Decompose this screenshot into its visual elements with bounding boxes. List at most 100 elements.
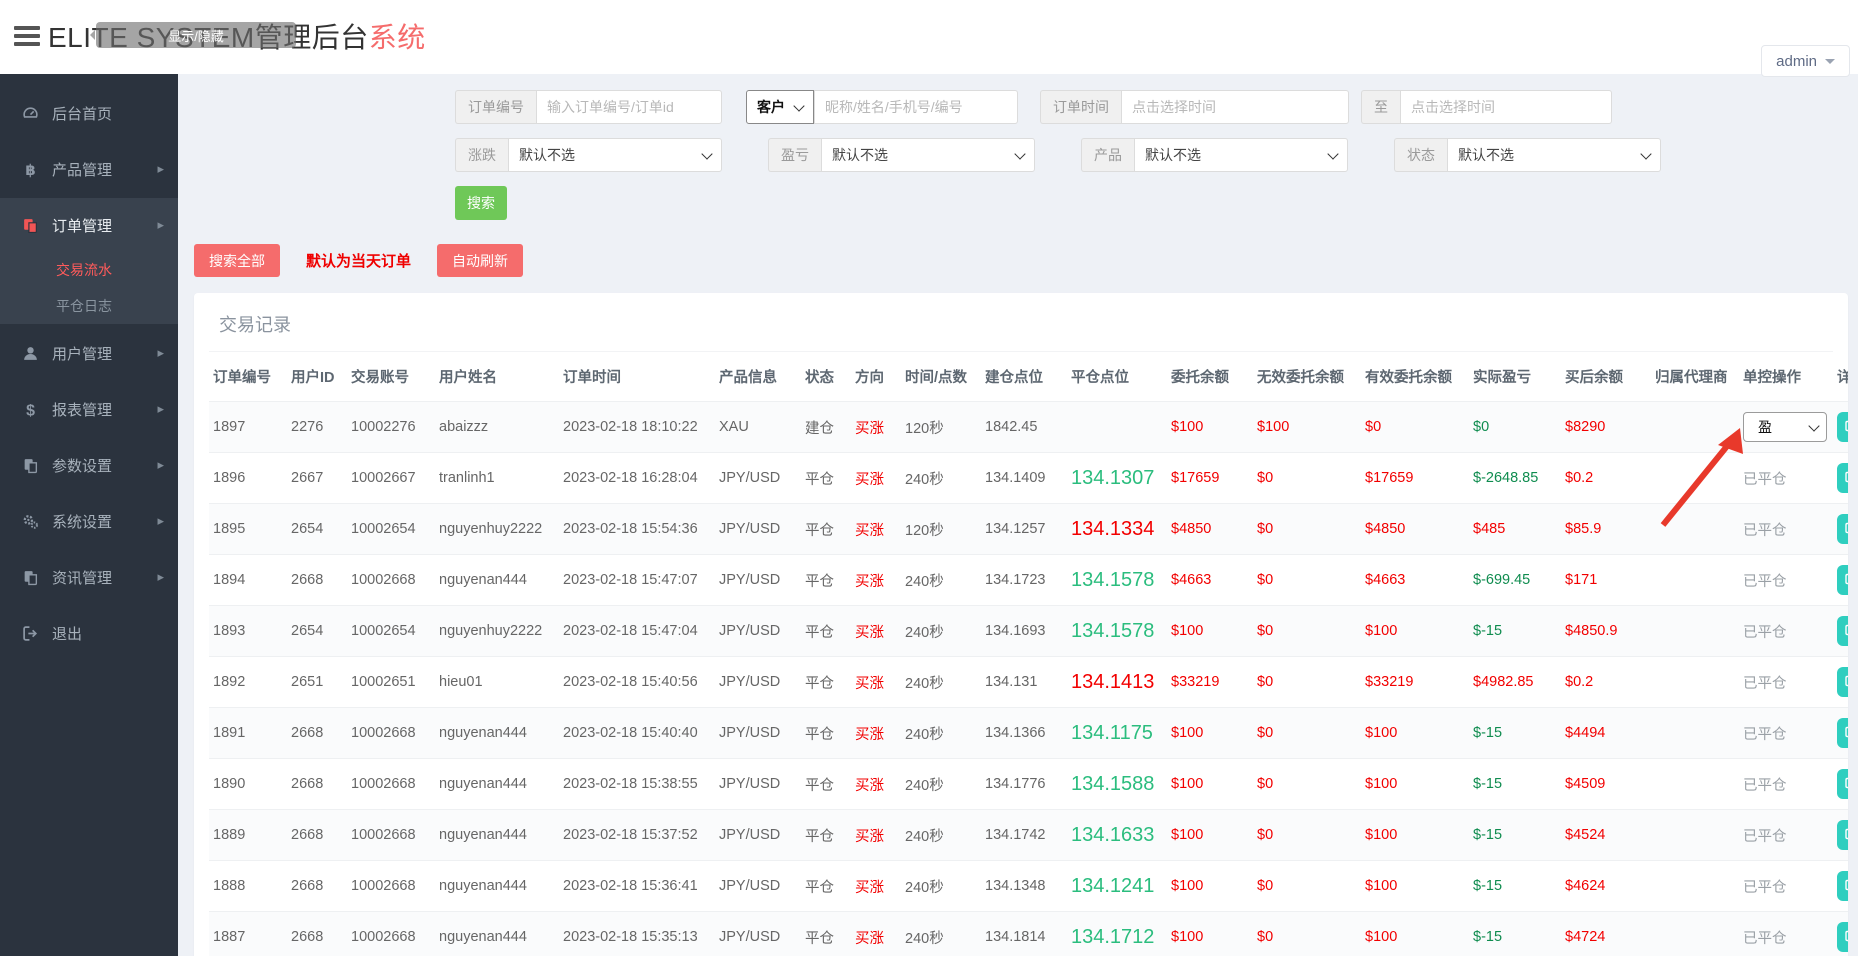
- cell-direction: 买涨: [851, 606, 901, 657]
- sidebar-item-orders[interactable]: 订单管理▸: [0, 198, 178, 252]
- chevron-down-icon: [1825, 59, 1835, 69]
- chevron-right-icon: ▸: [157, 457, 164, 473]
- customer-input[interactable]: [814, 90, 1018, 124]
- cell-name: abaizzz: [435, 402, 559, 453]
- cell-direction: 买涨: [851, 912, 901, 956]
- closed-status-label: 已平仓: [1743, 829, 1787, 845]
- cell-pnl: $0: [1469, 402, 1561, 453]
- cell-time: 2023-02-18 15:40:40: [559, 708, 715, 759]
- order-no-input[interactable]: [536, 90, 722, 124]
- column-header-entrust: 委托余额: [1167, 352, 1253, 402]
- filter-order-time-label: 订单时间: [1040, 90, 1121, 124]
- cell-time: 2023-02-18 15:47:07: [559, 555, 715, 606]
- detail-button[interactable]: [1837, 412, 1848, 442]
- cell-order_no: 1892: [209, 657, 287, 708]
- table-row: 1891266810002668nguyenan4442023-02-18 15…: [209, 708, 1848, 759]
- chevron-right-icon: ▸: [157, 401, 164, 417]
- cell-direction: 买涨: [851, 453, 901, 504]
- cell-time: 2023-02-18 16:28:04: [559, 453, 715, 504]
- detail-button[interactable]: [1837, 922, 1848, 952]
- table-row: 1888266810002668nguyenan4442023-02-18 15…: [209, 861, 1848, 912]
- search-all-button[interactable]: 搜索全部: [194, 244, 280, 277]
- cell-open_price: 134.1257: [981, 504, 1067, 555]
- sidebar-item-dashboard[interactable]: 后台首页: [0, 86, 178, 140]
- cell-control: 盈: [1739, 402, 1833, 453]
- detail-button[interactable]: [1837, 514, 1848, 544]
- top-header: ELITE SYSTEM管理后台系统 显示/隐藏: [0, 0, 1858, 74]
- filter-order-time-end: 至: [1361, 90, 1612, 124]
- cell-product: JPY/USD: [715, 555, 801, 606]
- cell-close_price: 134.1307: [1067, 453, 1167, 504]
- cell-balance: $85.9: [1561, 504, 1651, 555]
- detail-button[interactable]: [1837, 667, 1848, 697]
- win-loss-control-select[interactable]: 盈: [1743, 412, 1827, 442]
- table-row: 1893265410002654nguyenhuy22222023-02-18 …: [209, 606, 1848, 657]
- cell-order_no: 1888: [209, 861, 287, 912]
- sidebar-item-logout[interactable]: 退出: [0, 606, 178, 660]
- detail-button[interactable]: [1837, 820, 1848, 850]
- sidebar-subitem-平仓日志[interactable]: 平仓日志: [0, 288, 178, 324]
- cell-time: 2023-02-18 15:37:52: [559, 810, 715, 861]
- cell-order_no: 1891: [209, 708, 287, 759]
- cell-order_no: 1890: [209, 759, 287, 810]
- detail-button[interactable]: [1837, 718, 1848, 748]
- cell-user_id: 2668: [287, 810, 347, 861]
- cell-detail: [1833, 606, 1848, 657]
- sidebar-item-products[interactable]: ฿产品管理▸: [0, 142, 178, 196]
- cell-direction: 买涨: [851, 810, 901, 861]
- cell-pnl: $485: [1469, 504, 1561, 555]
- order-time-end-input[interactable]: [1400, 90, 1612, 124]
- detail-button[interactable]: [1837, 871, 1848, 901]
- column-header-close_price: 平仓点位: [1067, 352, 1167, 402]
- detail-button[interactable]: [1837, 565, 1848, 595]
- detail-list-icon: [1844, 928, 1848, 947]
- cell-account: 10002668: [347, 555, 435, 606]
- sidebar-menu: 后台首页฿产品管理▸订单管理▸交易流水平仓日志用户管理▸$报表管理▸参数设置▸系…: [0, 74, 178, 660]
- filter-updown-label: 涨跌: [455, 138, 508, 172]
- detail-button[interactable]: [1837, 616, 1848, 646]
- sidebar-item-params[interactable]: 参数设置▸: [0, 438, 178, 492]
- cell-name: nguyenan444: [435, 708, 559, 759]
- cell-agent: [1651, 606, 1739, 657]
- profit-select[interactable]: 默认不选: [821, 138, 1035, 172]
- sidebar-toggle-button[interactable]: [14, 26, 40, 48]
- customer-type-select[interactable]: 客户: [746, 90, 814, 124]
- cell-user_id: 2668: [287, 555, 347, 606]
- order-time-start-input[interactable]: [1121, 90, 1349, 124]
- sidebar-item-system[interactable]: 系统设置▸: [0, 494, 178, 548]
- cell-open_price: 134.1742: [981, 810, 1067, 861]
- main-content: 订单编号 客户 订单时间 至 涨跌 默认不选: [178, 74, 1858, 956]
- cell-product: JPY/USD: [715, 606, 801, 657]
- cell-balance: $171: [1561, 555, 1651, 606]
- cell-detail: [1833, 402, 1848, 453]
- cell-agent: [1651, 810, 1739, 861]
- cell-entrust: $100: [1167, 759, 1253, 810]
- detail-button[interactable]: [1837, 463, 1848, 493]
- column-header-user_id: 用户ID: [287, 352, 347, 402]
- cell-entrust: $100: [1167, 810, 1253, 861]
- cell-product: JPY/USD: [715, 810, 801, 861]
- cell-name: hieu01: [435, 657, 559, 708]
- sidebar-item-news[interactable]: 资讯管理▸: [0, 550, 178, 604]
- updown-select[interactable]: 默认不选: [508, 138, 722, 172]
- user-menu[interactable]: admin: [1761, 45, 1850, 77]
- cell-status: 建仓: [801, 402, 851, 453]
- table-body: 1897227610002276abaizzz2023-02-18 18:10:…: [209, 402, 1848, 956]
- sidebar-subitem-交易流水[interactable]: 交易流水: [0, 252, 178, 288]
- cell-direction: 买涨: [851, 708, 901, 759]
- cell-product: JPY/USD: [715, 657, 801, 708]
- detail-button[interactable]: [1837, 769, 1848, 799]
- status-select[interactable]: 默认不选: [1447, 138, 1661, 172]
- sidebar-item-label: 参数设置: [52, 455, 157, 476]
- column-header-detail: 详情: [1833, 352, 1848, 402]
- panel-title: 交易记录: [209, 309, 1833, 352]
- search-button[interactable]: 搜索: [455, 186, 507, 220]
- sidebar-item-users[interactable]: 用户管理▸: [0, 326, 178, 380]
- app-title-accent: 系统: [369, 22, 426, 53]
- cell-duration: 240秒: [901, 810, 981, 861]
- detail-list-icon: [1844, 826, 1848, 845]
- auto-refresh-button[interactable]: 自动刷新: [437, 244, 523, 277]
- filter-product: 产品 默认不选: [1081, 138, 1348, 172]
- product-select[interactable]: 默认不选: [1134, 138, 1348, 172]
- sidebar-item-reports[interactable]: $报表管理▸: [0, 382, 178, 436]
